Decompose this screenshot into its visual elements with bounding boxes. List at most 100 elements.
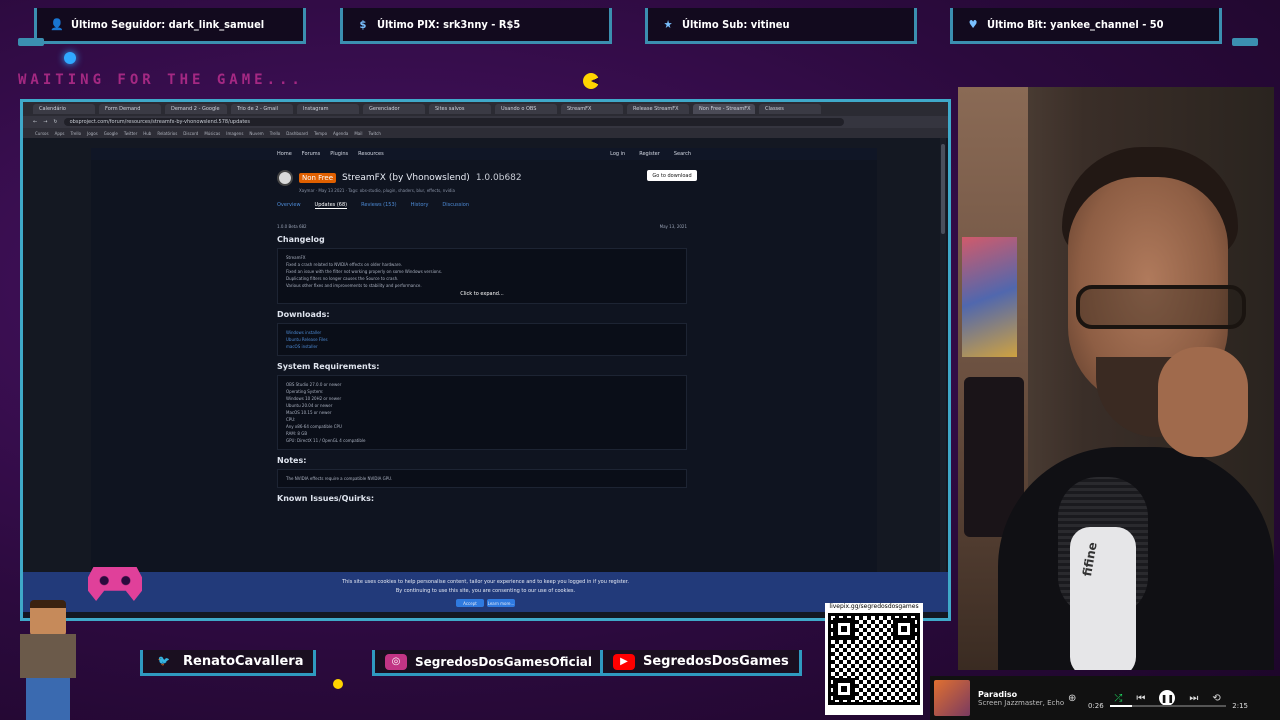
elapsed-time: 0:26 bbox=[1088, 702, 1104, 710]
cookie-accept-button[interactable]: Accept bbox=[456, 599, 484, 607]
changelog-line: Fixed an issue with the filter not worki… bbox=[286, 269, 443, 274]
requirements-title: System Requirements: bbox=[277, 362, 380, 371]
microphone-body bbox=[1070, 527, 1136, 670]
bookmark-item[interactable]: Hub bbox=[143, 131, 151, 136]
notes-box: The NVIDIA effects require a compatible … bbox=[277, 469, 687, 488]
update-header: 1.0.0 Beta 682 May 13, 2021 bbox=[277, 224, 687, 229]
webcam-feed: fifine bbox=[958, 87, 1274, 670]
requirement-line: Any x86-64 compatible CPU bbox=[286, 424, 342, 429]
browser-tab[interactable]: Form Demand bbox=[99, 104, 161, 114]
last-pix-text: Último PIX: srk3nny - R$5 bbox=[377, 18, 521, 31]
nav-plugins[interactable]: Plugins bbox=[330, 151, 348, 157]
changelog-line: Fixed a crash related to NVIDIA effects … bbox=[286, 262, 403, 267]
url-input[interactable]: obsproject.com/forum/resources/streamfx-… bbox=[63, 118, 844, 126]
bookmark-item[interactable]: Apps bbox=[55, 131, 65, 136]
requirement-line: Operating System: bbox=[286, 389, 324, 394]
youtube-handle: ▶ SegredosDosGames bbox=[600, 650, 802, 676]
resource-title-row: Non Free StreamFX (by Vhonowslend) 1.0.0… bbox=[277, 170, 697, 186]
qr-finder bbox=[893, 618, 915, 640]
browser-tab[interactable]: StreamFX bbox=[561, 104, 623, 114]
waiting-banner: WAITING FOR THE GAME... bbox=[18, 72, 304, 88]
music-player: Paradiso Screen Jazzmaster, Echo ⊕ ⤮ ⏮ ❚… bbox=[930, 676, 1280, 720]
cookie-text-2: By continuing to use this site, you are … bbox=[395, 588, 576, 594]
bookmark-item[interactable]: Discord bbox=[183, 131, 198, 136]
bookmark-item[interactable]: Cursos bbox=[35, 131, 49, 136]
pixel-character-legs bbox=[26, 678, 70, 720]
cookie-buttons: Accept Learn more... bbox=[23, 599, 948, 607]
bookmark-item[interactable]: Nuvem bbox=[249, 131, 263, 136]
twitter-icon: 🐦 bbox=[157, 656, 171, 667]
bookmark-item[interactable]: Agenda bbox=[333, 131, 348, 136]
bookmark-item[interactable]: Google bbox=[104, 131, 118, 136]
track-title: Paradiso bbox=[978, 689, 1018, 699]
nav-home[interactable]: Home bbox=[277, 151, 292, 157]
search-link[interactable]: Search bbox=[674, 151, 691, 157]
browser-tab[interactable]: Gerenciador bbox=[363, 104, 425, 114]
track-artist: Screen Jazzmaster, Echo bbox=[978, 698, 1065, 707]
browser-tab-active[interactable]: Non Free - StreamFX bbox=[693, 104, 755, 114]
register-link[interactable]: Register bbox=[639, 151, 660, 157]
browser-window: Calendário Form Demand Demand 2 - Google… bbox=[20, 99, 951, 621]
tab-discussion[interactable]: Discussion bbox=[442, 202, 469, 209]
back-icon[interactable]: ← bbox=[33, 119, 37, 125]
tab-reviews[interactable]: Reviews (153) bbox=[361, 202, 396, 209]
pixel-character-head bbox=[30, 600, 66, 636]
download-link[interactable]: macOS installer bbox=[286, 343, 678, 350]
forward-icon[interactable]: → bbox=[43, 119, 47, 125]
bookmark-item[interactable]: Twitter bbox=[124, 131, 137, 136]
bookmark-item[interactable]: Dashboard bbox=[286, 131, 308, 136]
decor-pill bbox=[1232, 38, 1258, 46]
add-icon[interactable]: ⊕ bbox=[1068, 693, 1076, 704]
download-link[interactable]: Ubuntu Release Files bbox=[286, 336, 678, 343]
pixel-character bbox=[6, 600, 86, 720]
star-icon: ★ bbox=[663, 18, 673, 31]
browser-tab[interactable]: Demand 2 - Google bbox=[165, 104, 227, 114]
pixel-character-body bbox=[20, 634, 76, 678]
bookmark-item[interactable]: Tempo bbox=[314, 131, 327, 136]
reload-icon[interactable]: ↻ bbox=[53, 119, 57, 125]
browser-tab[interactable]: Instagram bbox=[297, 104, 359, 114]
webcam-poster bbox=[962, 237, 1017, 357]
cookie-banner: This site uses cookies to help personali… bbox=[23, 572, 948, 612]
bookmark-item[interactable]: Trello bbox=[71, 131, 82, 136]
tab-history[interactable]: History bbox=[411, 202, 429, 209]
last-sub-alert: ★ Último Sub: vitineu bbox=[645, 8, 917, 44]
browser-tab[interactable]: Usando o OBS bbox=[495, 104, 557, 114]
instagram-handle: ◎ SegredosDosGamesOficial bbox=[372, 650, 606, 676]
download-button[interactable]: Go to download bbox=[647, 170, 697, 181]
login-link[interactable]: Log in bbox=[610, 151, 625, 157]
nav-forums[interactable]: Forums bbox=[302, 151, 320, 157]
nav-resources[interactable]: Resources bbox=[358, 151, 384, 157]
tab-updates[interactable]: Updates (68) bbox=[314, 202, 348, 209]
bookmark-item[interactable]: Músicas bbox=[204, 131, 220, 136]
livepix-qr: livepix.gg/segredosdosgames bbox=[825, 603, 923, 715]
bookmark-item[interactable]: Mail bbox=[354, 131, 362, 136]
twitter-handle: 🐦 RenatoCavallera bbox=[140, 650, 317, 676]
expand-link[interactable]: Click to expand... bbox=[286, 291, 678, 298]
browser-tab[interactable]: Release StreamFX bbox=[627, 104, 689, 114]
browser-tabbar: Calendário Form Demand Demand 2 - Google… bbox=[23, 102, 948, 116]
bookmark-item[interactable]: Relatórios bbox=[157, 131, 177, 136]
browser-tab[interactable]: Trio de 2 - Gmail bbox=[231, 104, 293, 114]
qr-label: livepix.gg/segredosdosgames bbox=[829, 603, 919, 610]
bookmark-item[interactable]: Twitch bbox=[368, 131, 380, 136]
bookmark-item[interactable]: Imagens bbox=[226, 131, 243, 136]
requirement-line: MacOS 10.15 or newer bbox=[286, 410, 332, 415]
bookmark-item[interactable]: Trello bbox=[270, 131, 281, 136]
browser-tab[interactable]: Calendário bbox=[33, 104, 95, 114]
update-date: May 13, 2021 bbox=[659, 224, 687, 229]
cookie-learn-more-button[interactable]: Learn more... bbox=[487, 599, 515, 607]
resource-header: Non Free StreamFX (by Vhonowslend) 1.0.0… bbox=[277, 170, 697, 193]
page-scroll-thumb[interactable] bbox=[941, 144, 945, 234]
requirement-line: GPU: DirectX 11 / OpenGL 4 compatible bbox=[286, 438, 366, 443]
tab-overview[interactable]: Overview bbox=[277, 202, 301, 209]
last-sub-text: Último Sub: vitineu bbox=[682, 18, 790, 31]
browser-tab[interactable]: Sites salvos bbox=[429, 104, 491, 114]
heart-icon: ♥ bbox=[968, 18, 978, 31]
qr-code bbox=[828, 613, 920, 705]
progress-bar[interactable] bbox=[1109, 705, 1227, 707]
webcam-streamer-hand bbox=[1158, 347, 1248, 457]
download-link[interactable]: Windows installer bbox=[286, 329, 678, 336]
browser-tab[interactable]: Classes bbox=[759, 104, 821, 114]
bookmark-item[interactable]: Jogos bbox=[87, 131, 98, 136]
